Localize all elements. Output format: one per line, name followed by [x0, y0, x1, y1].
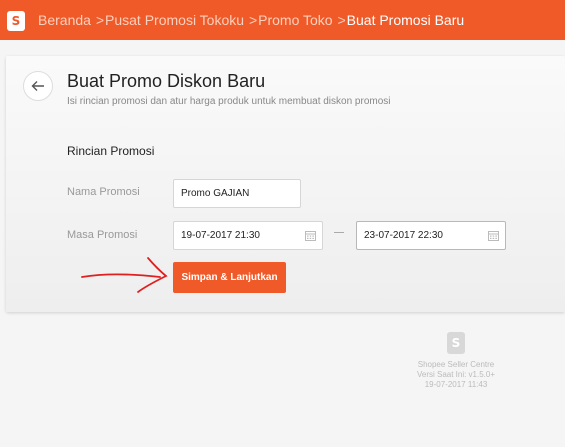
footer-timestamp: 19-07-2017 11:43: [424, 380, 488, 389]
promo-name-input[interactable]: Promo GAJIAN: [173, 179, 301, 208]
breadcrumb: Beranda >Pusat Promosi Tokoku >Promo Tok…: [38, 12, 464, 28]
start-date-value: 19-07-2017 21:30: [181, 230, 260, 241]
promo-period-label: Masa Promosi: [67, 229, 138, 241]
page-title: Buat Promo Diskon Baru: [67, 71, 266, 91]
breadcrumb-separator: >: [95, 12, 105, 28]
shopee-logo-icon[interactable]: S: [7, 11, 25, 31]
promo-name-label: Nama Promosi: [67, 186, 140, 198]
date-range-separator: [334, 232, 344, 233]
breadcrumb-current: Buat Promosi Baru: [346, 12, 465, 28]
breadcrumb-promotion-center[interactable]: Pusat Promosi Tokoku: [105, 12, 244, 28]
breadcrumb-separator: >: [337, 12, 346, 28]
end-date-input[interactable]: 23-07-2017 22:30: [356, 221, 506, 250]
start-date-input[interactable]: 19-07-2017 21:30: [173, 221, 323, 250]
section-title: Rincian Promosi: [67, 144, 155, 158]
breadcrumb-separator: >: [248, 12, 258, 28]
hand-drawn-arrow: [81, 257, 168, 293]
end-date-value: 23-07-2017 22:30: [364, 230, 443, 241]
footer-version: Versi Saat Ini: v1.5.0+: [416, 370, 496, 379]
back-button[interactable]: [23, 71, 53, 101]
save-and-continue-button[interactable]: Simpan & Lanjutkan: [173, 262, 286, 293]
breadcrumb-home[interactable]: Beranda: [38, 12, 91, 28]
footer-brand: Shopee Seller Centre: [417, 360, 495, 369]
top-navigation-bar: S Beranda >Pusat Promosi Tokoku >Promo T…: [0, 0, 565, 40]
back-arrow-icon: [31, 81, 44, 91]
calendar-icon[interactable]: [488, 230, 499, 241]
page-subtitle: Isi rincian promosi dan atur harga produ…: [67, 96, 391, 107]
shopee-logo-icon: S: [447, 332, 465, 354]
footer-info: S Shopee Seller Centre Versi Saat Ini: v…: [400, 332, 512, 390]
breadcrumb-shop-promo[interactable]: Promo Toko: [258, 12, 332, 28]
calendar-icon[interactable]: [305, 230, 316, 241]
promo-name-value: Promo GAJIAN: [181, 188, 250, 199]
